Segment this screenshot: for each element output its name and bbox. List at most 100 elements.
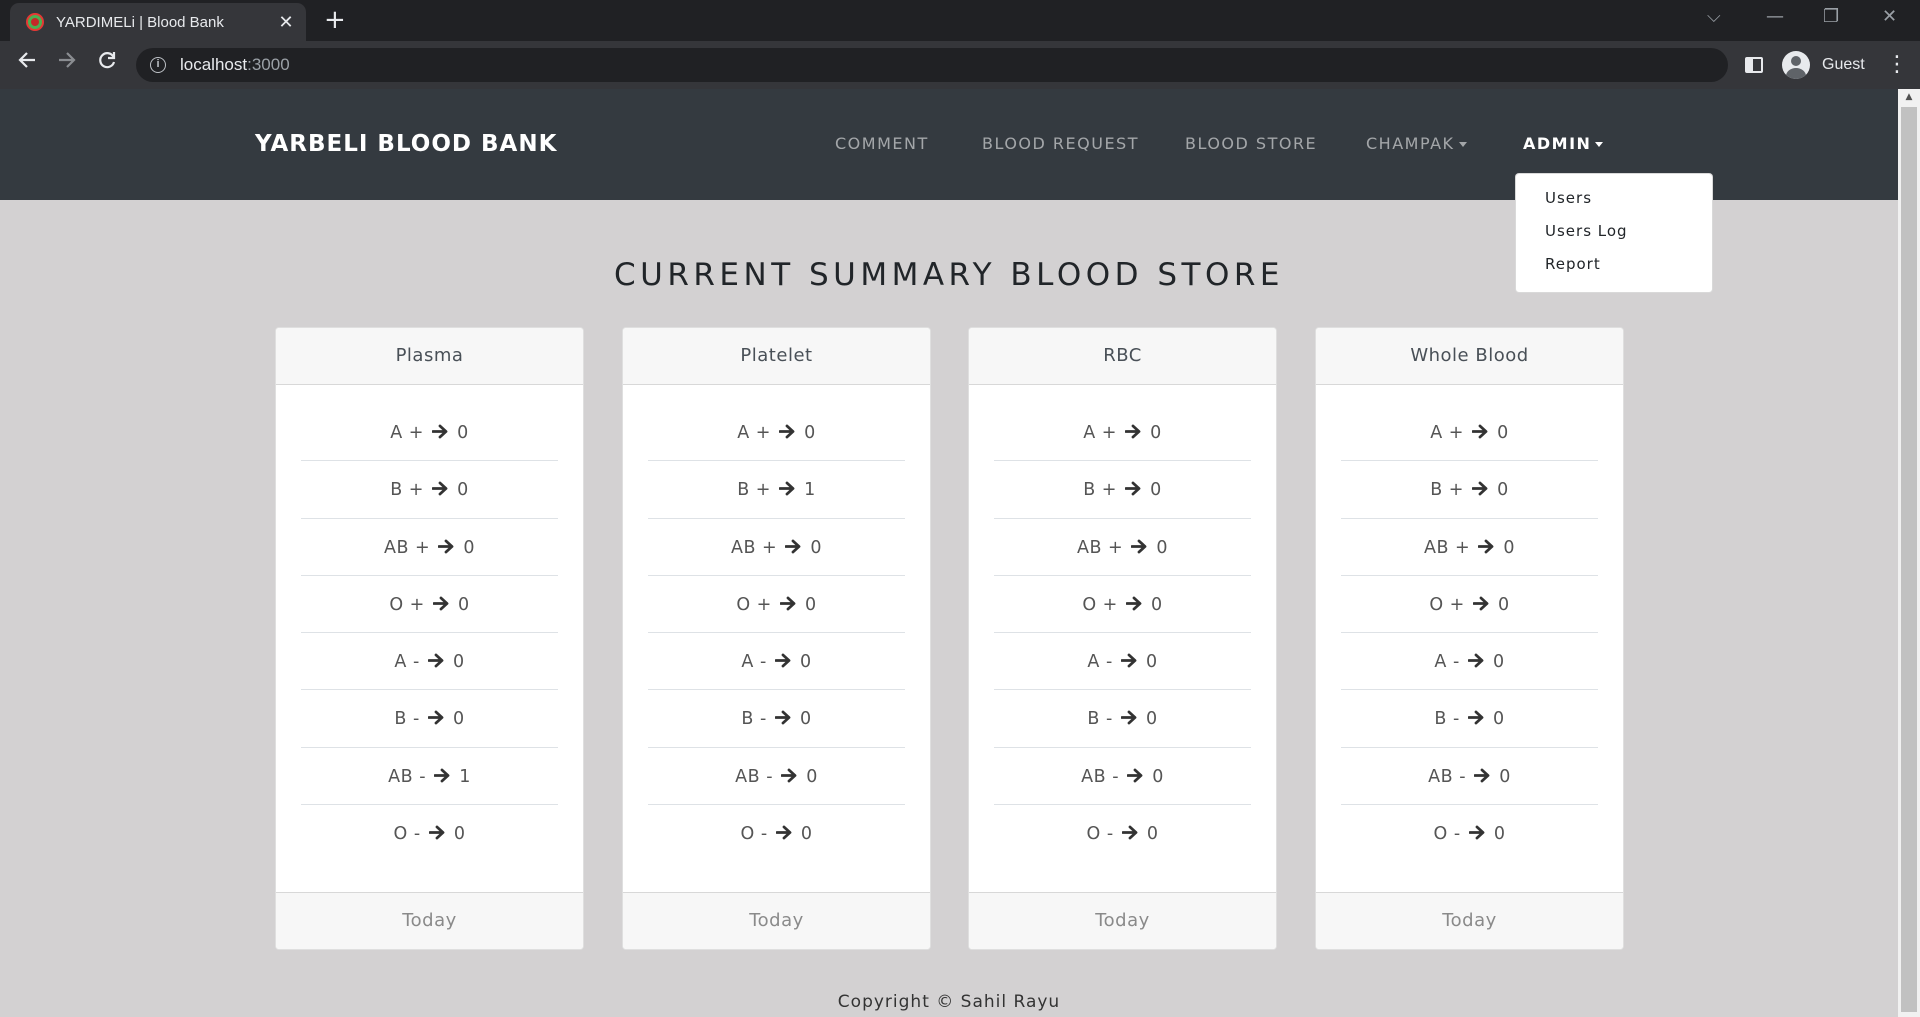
site-brand[interactable]: YARBELI BLOOD BANK bbox=[255, 131, 557, 157]
blood-store-card: Plasma A + 0B + 0 AB + 0O + 0A - 0B - 0 AB … bbox=[275, 327, 584, 950]
browser-menu-icon[interactable]: ⋮ bbox=[1886, 49, 1908, 81]
blood-unit-count: 0 bbox=[1151, 594, 1163, 615]
blood-unit-count: 0 bbox=[1145, 709, 1158, 730]
blood-store-card: Platelet A + 0B + 1 AB + 0O + 0A - 0B - 0A… bbox=[622, 327, 931, 950]
blood-unit-count: 0 bbox=[453, 824, 466, 845]
blood-group-row: B - 0 bbox=[1341, 690, 1598, 748]
window-close-icon[interactable]: ✕ bbox=[1882, 6, 1897, 27]
arrow-right-icon bbox=[1124, 404, 1142, 461]
blood-group-row: O + 0 bbox=[994, 576, 1251, 634]
caret-down-icon bbox=[1595, 142, 1604, 147]
blood-group-label: AB - bbox=[1081, 766, 1120, 787]
page-scrollbar[interactable]: ▲ bbox=[1898, 89, 1920, 1017]
blood-unit-count: 0 bbox=[1497, 423, 1509, 443]
blood-group-label: B + bbox=[1083, 480, 1117, 501]
arrow-right-icon bbox=[778, 404, 796, 461]
nav-blood-store[interactable]: BLOOD STORE bbox=[1185, 134, 1317, 153]
profile-label: Guest bbox=[1822, 56, 1865, 73]
blood-group-label: AB - bbox=[735, 766, 774, 787]
blood-group-row: AB - 0 bbox=[994, 748, 1251, 806]
dropdown-item-users-log[interactable]: Users Log bbox=[1516, 215, 1712, 248]
nav-champak-dropdown[interactable]: CHAMPAK bbox=[1366, 134, 1467, 153]
blood-group-label: A + bbox=[390, 423, 424, 443]
blood-group-row: A - 0 bbox=[994, 633, 1251, 691]
browser-toolbar: i localhost:3000 Guest ⋮ bbox=[0, 41, 1920, 89]
site-info-icon[interactable]: i bbox=[150, 57, 166, 73]
arrow-right-icon bbox=[433, 748, 451, 805]
tab-close-icon[interactable]: ✕ bbox=[276, 12, 296, 33]
profile-button[interactable]: Guest bbox=[1778, 49, 1875, 81]
nav-blood-request[interactable]: BLOOD REQUEST bbox=[982, 134, 1139, 153]
blood-unit-count: 0 bbox=[1156, 537, 1168, 558]
blood-group-row: B + 1 bbox=[648, 461, 905, 519]
blood-unit-count: 0 bbox=[810, 537, 822, 558]
blood-group-row: B + 0 bbox=[1341, 461, 1598, 519]
tab-title: YARDIMELi | Blood Bank bbox=[56, 13, 224, 31]
forward-icon[interactable] bbox=[51, 49, 83, 81]
blood-group-label: A + bbox=[1430, 423, 1464, 443]
blood-group-row: O - 0 bbox=[648, 805, 905, 862]
blood-group-row: A - 0 bbox=[1341, 633, 1598, 691]
blood-group-row: B + 0 bbox=[301, 461, 558, 519]
blood-group-label: A + bbox=[737, 423, 771, 443]
blood-unit-count: 0 bbox=[1146, 824, 1159, 845]
blood-group-label: B + bbox=[390, 480, 424, 501]
card-body: A + 0B + 0 AB + 0O + 0A - 0B - 0 AB - 0O -… bbox=[969, 385, 1276, 893]
blood-group-label: O - bbox=[740, 824, 768, 845]
minimize-icon[interactable]: — bbox=[1766, 6, 1784, 27]
blood-group-label: AB + bbox=[1424, 537, 1471, 558]
side-panel-icon[interactable] bbox=[1745, 57, 1763, 73]
browser-tab[interactable]: YARDIMELi | Blood Bank ✕ bbox=[10, 3, 306, 41]
blood-group-label: A - bbox=[1434, 652, 1460, 673]
restore-icon[interactable]: ❐ bbox=[1823, 6, 1839, 27]
blood-group-row: AB + 0 bbox=[648, 519, 905, 576]
blood-group-label: B - bbox=[394, 709, 420, 730]
blood-group-row: O - 0 bbox=[1341, 805, 1598, 862]
blood-unit-count: 0 bbox=[1503, 537, 1515, 558]
nav-comment[interactable]: COMMENT bbox=[835, 134, 929, 153]
blood-unit-count: 1 bbox=[459, 766, 471, 787]
new-tab-icon[interactable]: + bbox=[324, 6, 346, 34]
arrow-right-icon bbox=[1472, 576, 1490, 633]
blood-unit-count: 0 bbox=[1152, 766, 1164, 787]
card-title: Platelet bbox=[623, 328, 930, 385]
blood-unit-count: 0 bbox=[1497, 480, 1509, 501]
address-bar[interactable]: i localhost:3000 bbox=[136, 48, 1728, 82]
blood-group-row: B - 0 bbox=[301, 690, 558, 748]
blood-group-label: AB - bbox=[388, 766, 427, 787]
blood-group-label: O + bbox=[1082, 594, 1118, 615]
blood-group-label: AB - bbox=[1428, 766, 1467, 787]
browser-tab-strip: YARDIMELi | Blood Bank ✕ + ⌵ — ❐ ✕ bbox=[0, 0, 1920, 41]
arrow-right-icon bbox=[428, 805, 446, 862]
card-body: A + 0B + 0 AB + 0O + 0A - 0B - 0 AB - 1O -… bbox=[276, 385, 583, 893]
arrow-right-icon bbox=[779, 576, 797, 633]
arrow-right-icon bbox=[1120, 633, 1138, 690]
url-host: localhost bbox=[180, 55, 248, 74]
blood-unit-count: 0 bbox=[463, 537, 475, 558]
blood-unit-count: 0 bbox=[805, 594, 817, 615]
blood-group-row: AB + 0 bbox=[1341, 519, 1598, 576]
blood-unit-count: 0 bbox=[457, 423, 469, 443]
arrow-right-icon bbox=[1471, 461, 1489, 518]
scroll-up-icon[interactable]: ▲ bbox=[1898, 89, 1920, 106]
blood-unit-count: 0 bbox=[1492, 652, 1505, 673]
arrow-right-icon bbox=[1125, 576, 1143, 633]
blood-group-label: O - bbox=[1086, 824, 1114, 845]
blood-unit-count: 0 bbox=[799, 709, 812, 730]
dropdown-item-users[interactable]: Users bbox=[1516, 182, 1712, 215]
arrow-right-icon bbox=[774, 633, 792, 690]
back-icon[interactable] bbox=[11, 49, 43, 81]
arrow-right-icon bbox=[1130, 519, 1148, 576]
arrow-right-icon bbox=[1126, 748, 1144, 805]
blood-group-label: AB + bbox=[1077, 537, 1124, 558]
tab-search-icon[interactable]: ⌵ bbox=[1707, 6, 1721, 27]
blood-group-row: AB + 0 bbox=[994, 519, 1251, 576]
scroll-thumb[interactable] bbox=[1901, 107, 1917, 1012]
blood-group-row: O - 0 bbox=[301, 805, 558, 862]
reload-icon[interactable] bbox=[91, 49, 123, 81]
url-text: localhost:3000 bbox=[180, 55, 290, 75]
nav-admin-dropdown[interactable]: ADMIN bbox=[1523, 134, 1604, 153]
card-footer: Today bbox=[969, 892, 1276, 949]
page-viewport: YARBELI BLOOD BANK COMMENT BLOOD REQUEST… bbox=[0, 89, 1920, 1017]
blood-group-row: A + 0 bbox=[648, 404, 905, 462]
